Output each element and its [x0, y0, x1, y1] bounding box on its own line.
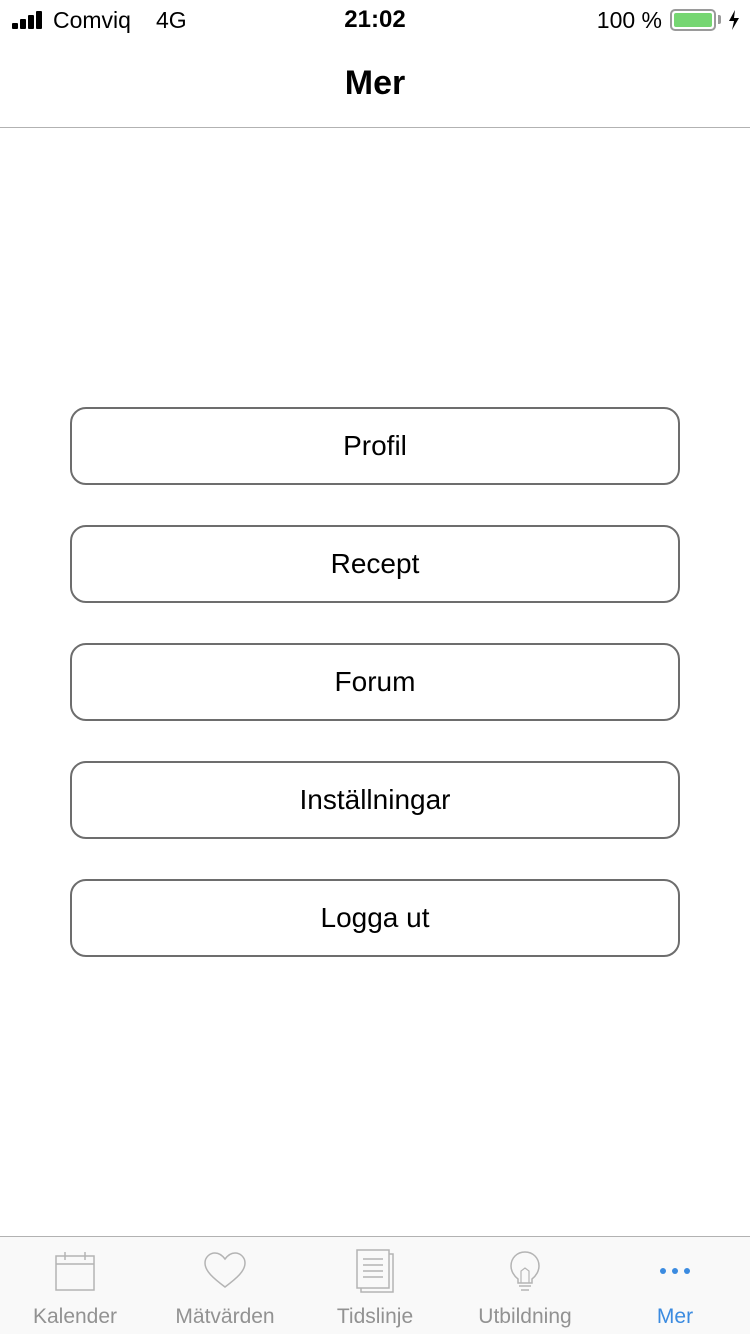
settings-button[interactable]: Inställningar — [70, 761, 680, 839]
more-menu: Profil Recept Forum Inställningar Logga … — [70, 407, 680, 997]
navigation-bar: Mer — [0, 40, 750, 128]
document-icon — [356, 1249, 394, 1293]
tab-label: Utbildning — [478, 1305, 572, 1328]
tab-label: Mätvärden — [175, 1305, 275, 1328]
tab-education[interactable]: Utbildning — [450, 1237, 600, 1334]
tab-label: Tidslinje — [336, 1305, 414, 1328]
tab-label: Kalender — [32, 1305, 118, 1328]
battery-percent: 100 % — [596, 7, 662, 33]
lightbulb-icon — [510, 1251, 540, 1291]
calendar-icon — [55, 1252, 95, 1291]
recipes-button[interactable]: Recept — [70, 525, 680, 603]
logout-button[interactable]: Logga ut — [70, 879, 680, 957]
forum-button[interactable]: Forum — [70, 643, 680, 721]
profile-button[interactable]: Profil — [70, 407, 680, 485]
tab-label: Mer — [656, 1305, 694, 1328]
tab-calendar[interactable]: Kalender — [0, 1237, 150, 1334]
page-title: Mer — [344, 64, 406, 102]
charging-bolt-icon — [729, 10, 739, 30]
battery-level — [674, 13, 712, 27]
battery-icon — [670, 9, 716, 31]
tab-timeline[interactable]: Tidslinje — [300, 1237, 450, 1334]
status-bar: Comviq 4G 21:02 100 % — [0, 0, 750, 40]
screen: Comviq 4G 21:02 100 % Mer Profil Recept … — [0, 0, 750, 1334]
tab-measurements[interactable]: Mätvärden — [150, 1237, 300, 1334]
tab-more[interactable]: Mer — [600, 1237, 750, 1334]
battery-tip — [718, 15, 721, 24]
heart-icon — [204, 1252, 246, 1288]
tab-bar: Kalender Mätvärden Tidslinje Utbildning … — [0, 1236, 750, 1334]
more-icon — [660, 1268, 690, 1274]
